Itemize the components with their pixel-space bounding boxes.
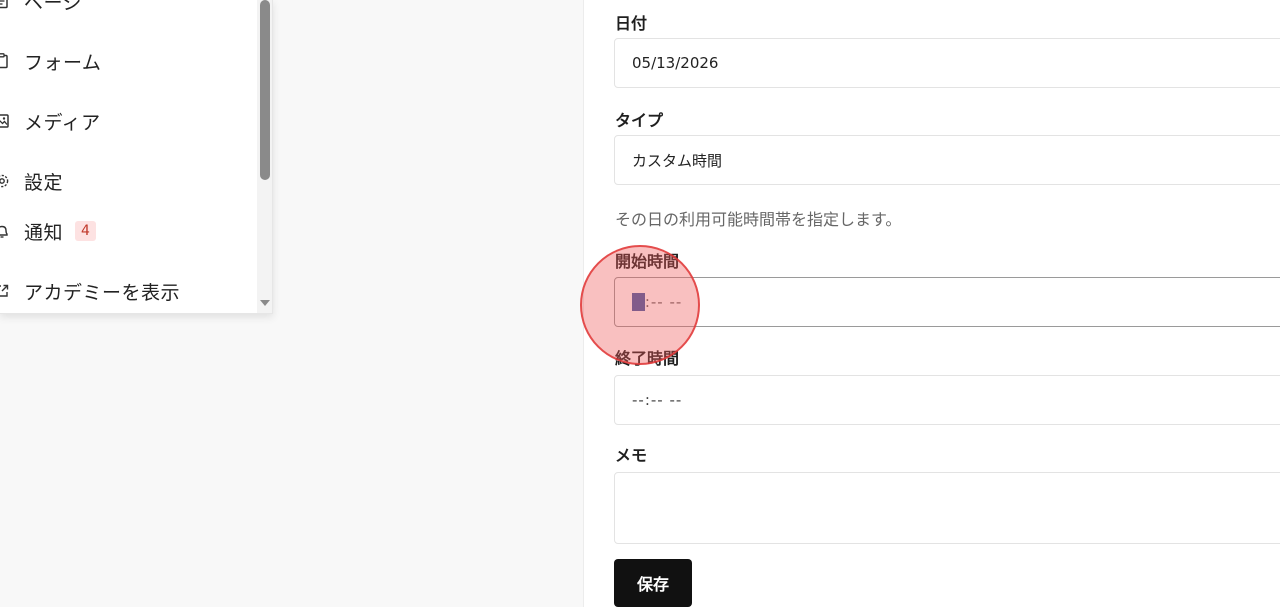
sidebar-item-notifications[interactable]: 通知 4 bbox=[0, 216, 96, 246]
memo-textarea[interactable] bbox=[614, 472, 1280, 544]
memo-label: メモ bbox=[615, 446, 648, 465]
end-time-label: 終了時間 bbox=[615, 349, 680, 368]
date-label: 日付 bbox=[615, 14, 648, 33]
type-value: カスタム時間 bbox=[632, 151, 723, 170]
sidebar-item-label: 通知 bbox=[24, 221, 64, 244]
sidebar-item-academy[interactable]: アカデミーを表示 bbox=[0, 276, 180, 306]
start-time-input[interactable]: --:-- -- bbox=[614, 277, 1280, 327]
notification-count-badge: 4 bbox=[75, 221, 96, 241]
gear-icon bbox=[0, 171, 24, 191]
sidebar-item-media[interactable]: メディア bbox=[0, 106, 101, 136]
sidebar-item-forms[interactable]: フォーム bbox=[0, 46, 101, 76]
type-label: タイプ bbox=[615, 111, 664, 130]
sidebar-item-label: メディア bbox=[24, 111, 101, 134]
date-field[interactable]: 05/13/2026 bbox=[614, 38, 1280, 88]
external-link-icon bbox=[0, 281, 24, 301]
date-value: 05/13/2026 bbox=[632, 54, 719, 72]
start-time-value: --:-- -- bbox=[632, 293, 682, 311]
availability-form: 日付 05/13/2026 タイプ カスタム時間 その日の利用可能時間帯を指定し… bbox=[583, 0, 1280, 607]
image-icon bbox=[0, 111, 24, 131]
end-time-input[interactable]: --:-- -- bbox=[614, 375, 1280, 425]
sidebar-item-settings[interactable]: 設定 bbox=[0, 166, 63, 196]
form-icon bbox=[0, 51, 24, 71]
sidebar-item-label: 設定 bbox=[24, 171, 64, 194]
bell-icon bbox=[0, 221, 24, 241]
start-time-label: 開始時間 bbox=[615, 252, 680, 271]
sidebar-menu-panel: ページ フォーム メディア 設定 通知 4 アカデミーを表示 bbox=[0, 0, 273, 314]
sidebar-item-label: ページ bbox=[24, 0, 83, 14]
sidebar-scrollbar-thumb[interactable] bbox=[260, 0, 270, 180]
scroll-down-arrow-icon[interactable] bbox=[260, 300, 270, 306]
end-time-value: --:-- -- bbox=[632, 391, 683, 409]
sidebar-item-label: アカデミーを表示 bbox=[24, 281, 181, 304]
help-text: その日の利用可能時間帯を指定します。 bbox=[615, 210, 902, 229]
start-time-hour-segment[interactable]: -- bbox=[632, 293, 645, 311]
save-button[interactable]: 保存 bbox=[614, 559, 692, 607]
sidebar-item-label: フォーム bbox=[24, 51, 102, 74]
start-time-rest-segments[interactable]: :-- -- bbox=[645, 293, 682, 311]
sidebar-item-pages[interactable]: ページ bbox=[0, 0, 82, 16]
type-select[interactable]: カスタム時間 bbox=[614, 135, 1280, 185]
page-icon bbox=[0, 0, 24, 11]
